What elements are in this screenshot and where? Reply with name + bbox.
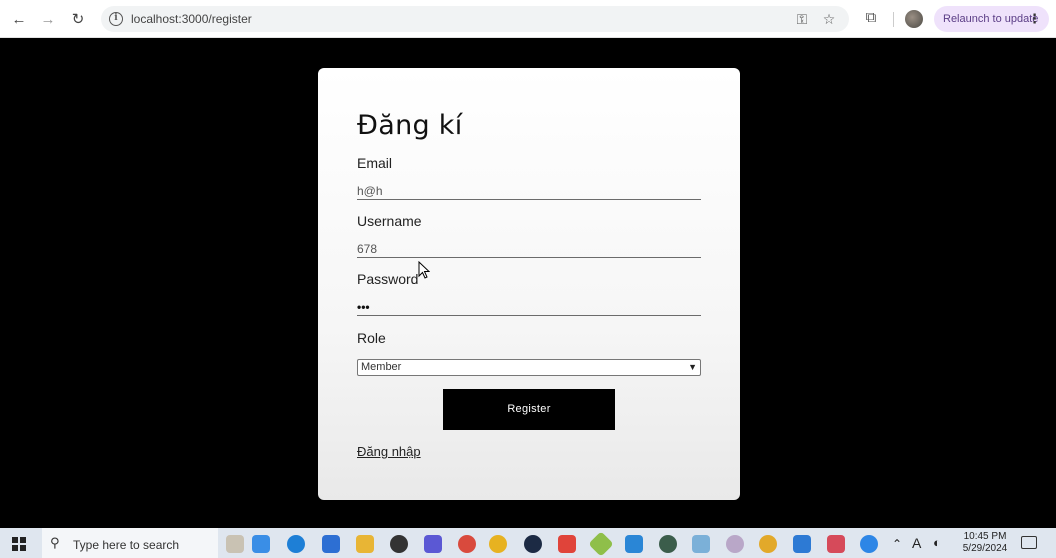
input-language[interactable]: A: [912, 535, 921, 551]
reload-icon[interactable]: ↻: [68, 9, 88, 29]
taskbar: ⚲ Type here to search ⌃ A ◐ 10:45 PM 5/2…: [0, 528, 1056, 558]
back-icon[interactable]: ←: [9, 9, 29, 29]
app-icon[interactable]: [692, 535, 710, 553]
forward-icon[interactable]: →: [38, 9, 58, 29]
register-card: Đăng kí Email h@h Username 678 Password …: [318, 68, 740, 500]
role-select[interactable]: Member ▼: [357, 359, 701, 376]
windows-start-icon[interactable]: [12, 537, 26, 551]
chrome-icon[interactable]: [489, 535, 507, 553]
browser-toolbar: ← → ↻ i localhost:3000/register ⚿ ☆ ⧉ Re…: [0, 0, 1056, 38]
register-button[interactable]: Register: [443, 389, 615, 430]
media-icon[interactable]: [458, 535, 476, 553]
bookmark-star-icon[interactable]: ☆: [820, 10, 838, 28]
email-field[interactable]: h@h: [357, 180, 701, 200]
widgets-icon[interactable]: [226, 535, 244, 553]
relaunch-label: Relaunch to update: [943, 13, 1039, 25]
relaunch-button[interactable]: Relaunch to update ⋮: [934, 6, 1049, 32]
site-info-icon[interactable]: i: [109, 12, 123, 26]
clock-date: 5/29/2024: [962, 543, 1008, 554]
password-label: Password: [357, 271, 419, 287]
chevron-down-icon: ▼: [688, 362, 697, 372]
system-clock[interactable]: 10:45 PM 5/29/2024: [958, 531, 1012, 555]
toolbar-divider: [893, 12, 894, 27]
snipping-tool-icon[interactable]: [726, 535, 744, 553]
login-link[interactable]: Đăng nhập: [357, 444, 421, 459]
file-explorer-icon[interactable]: [356, 535, 374, 553]
password-key-icon[interactable]: ⚿: [793, 10, 811, 28]
taskbar-search[interactable]: ⚲ Type here to search: [42, 528, 218, 558]
role-label: Role: [357, 330, 386, 346]
notification-icon[interactable]: [1021, 536, 1037, 549]
mongodb-icon[interactable]: [659, 535, 677, 553]
username-field[interactable]: 678: [357, 238, 701, 258]
search-icon: ⚲: [50, 535, 60, 550]
steam-icon[interactable]: [524, 535, 542, 553]
page-title: Đăng kí: [357, 110, 463, 141]
chevron-up-icon[interactable]: ⌃: [892, 537, 902, 551]
role-selected-value: Member: [361, 361, 402, 373]
zalo-icon[interactable]: [860, 535, 878, 553]
chrome-icon[interactable]: [759, 535, 777, 553]
email-label: Email: [357, 155, 393, 171]
password-field[interactable]: •••: [357, 296, 701, 316]
clock-time: 10:45 PM: [963, 531, 1007, 542]
mouse-cursor-icon: [418, 261, 430, 279]
file-icon[interactable]: [252, 535, 270, 553]
page-viewport: Đăng kí Email h@h Username 678 Password …: [0, 39, 1056, 528]
vscode-icon[interactable]: [625, 535, 643, 553]
url-text[interactable]: localhost:3000/register: [131, 12, 252, 26]
screen-recorder-icon[interactable]: [793, 535, 811, 553]
app-icon[interactable]: [424, 535, 442, 553]
dell-icon[interactable]: [390, 535, 408, 553]
profile-avatar[interactable]: [905, 10, 923, 28]
battery-icon[interactable]: ◐: [933, 535, 941, 550]
taskbar-search-placeholder: Type here to search: [73, 538, 180, 552]
extensions-icon[interactable]: ⧉: [861, 9, 881, 29]
username-label: Username: [357, 213, 422, 229]
edge-browser-icon[interactable]: [287, 535, 305, 553]
wps-icon[interactable]: [558, 535, 576, 553]
git-icon[interactable]: [588, 531, 614, 557]
app-icon[interactable]: [827, 535, 845, 553]
mail-icon[interactable]: [322, 535, 340, 553]
menu-dots-icon[interactable]: ⋮: [1028, 6, 1041, 32]
address-bar[interactable]: i localhost:3000/register ⚿ ☆: [101, 6, 849, 32]
